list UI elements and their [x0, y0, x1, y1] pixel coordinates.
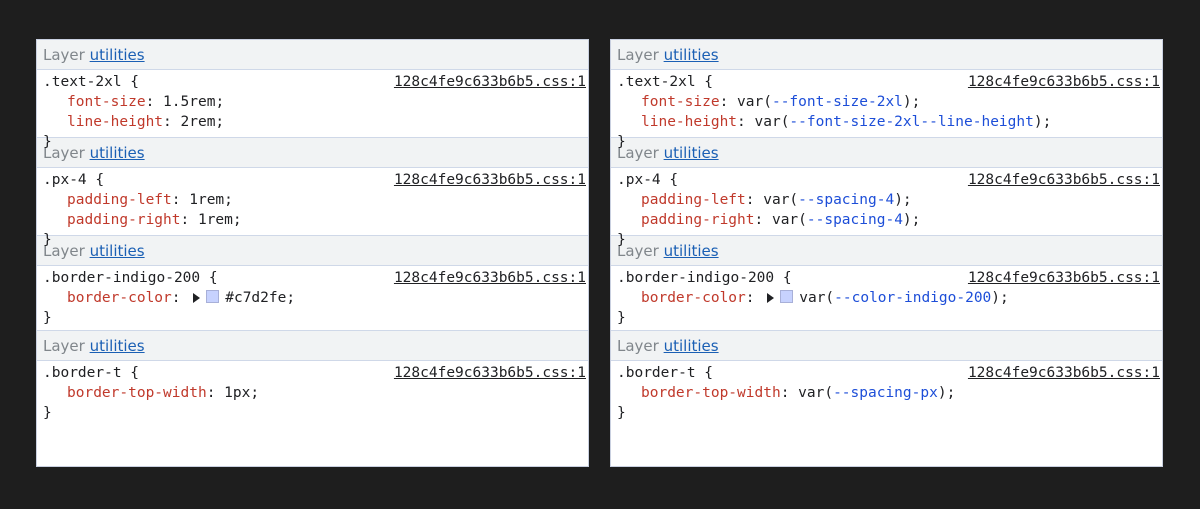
- property-name[interactable]: border-color: [67, 290, 172, 306]
- layer-header: Layer utilities: [37, 40, 588, 70]
- css-declaration[interactable]: padding-right: 1rem;: [43, 210, 582, 230]
- property-name[interactable]: border-top-width: [67, 385, 207, 401]
- css-rule: .border-indigo-200 {128c4fe9c633b6b5.css…: [611, 266, 1162, 331]
- property-name[interactable]: line-height: [67, 114, 163, 130]
- expand-triangle-icon[interactable]: [193, 293, 201, 303]
- property-name[interactable]: line-height: [641, 114, 737, 130]
- css-declaration[interactable]: border-top-width: 1px;: [43, 383, 582, 403]
- property-value[interactable]: 1.5rem: [163, 94, 215, 110]
- source-link[interactable]: 128c4fe9c633b6b5.css:1: [968, 170, 1160, 190]
- rule-close-brace: }: [43, 134, 52, 150]
- css-variable[interactable]: --color-indigo-200: [834, 290, 991, 306]
- layer-label: Layer: [43, 46, 85, 64]
- css-variable[interactable]: --font-size-2xl: [772, 94, 903, 110]
- css-rule: .text-2xl {128c4fe9c633b6b5.css:1 font-si…: [37, 70, 588, 150]
- source-link[interactable]: 128c4fe9c633b6b5.css:1: [394, 170, 586, 190]
- layer-label: Layer: [617, 337, 659, 355]
- property-name[interactable]: border-color: [641, 290, 746, 306]
- source-link[interactable]: 128c4fe9c633b6b5.css:1: [394, 268, 586, 288]
- css-variable[interactable]: --font-size-2xl--line-height: [789, 114, 1033, 130]
- source-link[interactable]: 128c4fe9c633b6b5.css:1: [968, 268, 1160, 288]
- css-declaration[interactable]: border-top-width: var(--spacing-px);: [617, 383, 1156, 403]
- layer-header: Layer utilities: [611, 40, 1162, 70]
- rule-close-brace: }: [617, 134, 626, 150]
- css-variable[interactable]: --spacing-4: [798, 192, 894, 208]
- property-value[interactable]: 1px: [224, 385, 250, 401]
- css-rule: .border-t {128c4fe9c633b6b5.css:1 border-…: [611, 361, 1162, 426]
- layer-header: Layer utilities: [611, 331, 1162, 361]
- property-name[interactable]: font-size: [641, 94, 720, 110]
- layer-utilities-link[interactable]: utilities: [90, 337, 145, 355]
- expand-triangle-icon[interactable]: [767, 293, 775, 303]
- css-declaration[interactable]: padding-left: var(--spacing-4);: [617, 190, 1156, 210]
- source-link[interactable]: 128c4fe9c633b6b5.css:1: [394, 72, 586, 92]
- layer-label: Layer: [43, 337, 85, 355]
- color-swatch[interactable]: [780, 290, 794, 303]
- color-swatch[interactable]: [206, 290, 220, 303]
- rule-close-brace: }: [43, 310, 52, 326]
- source-link[interactable]: 128c4fe9c633b6b5.css:1: [968, 363, 1160, 383]
- source-link[interactable]: 128c4fe9c633b6b5.css:1: [394, 363, 586, 383]
- layer-utilities-link[interactable]: utilities: [664, 337, 719, 355]
- css-declaration[interactable]: padding-right: var(--spacing-4);: [617, 210, 1156, 230]
- property-name[interactable]: border-top-width: [641, 385, 781, 401]
- rule-close-brace: }: [43, 232, 52, 248]
- css-declaration[interactable]: line-height: var(--font-size-2xl--line-h…: [617, 112, 1156, 132]
- rule-close-brace: }: [43, 405, 52, 421]
- css-variable[interactable]: --spacing-px: [833, 385, 938, 401]
- css-declaration[interactable]: padding-left: 1rem;: [43, 190, 582, 210]
- source-link[interactable]: 128c4fe9c633b6b5.css:1: [968, 72, 1160, 92]
- property-name[interactable]: padding-left: [641, 192, 746, 208]
- layer-utilities-link[interactable]: utilities: [90, 46, 145, 64]
- property-name[interactable]: padding-right: [641, 212, 755, 228]
- css-rule: .px-4 {128c4fe9c633b6b5.css:1 padding-lef…: [37, 168, 588, 248]
- css-rule: .text-2xl {128c4fe9c633b6b5.css:1 font-si…: [611, 70, 1162, 150]
- property-value[interactable]: 1rem: [198, 212, 233, 228]
- css-declaration[interactable]: border-color: #c7d2fe;: [43, 288, 582, 308]
- layer-utilities-link[interactable]: utilities: [664, 46, 719, 64]
- css-rule: .border-t {128c4fe9c633b6b5.css:1 border-…: [37, 361, 588, 426]
- rule-close-brace: }: [617, 232, 626, 248]
- css-rule: .border-indigo-200 {128c4fe9c633b6b5.css…: [37, 266, 588, 331]
- css-variable[interactable]: --spacing-4: [807, 212, 903, 228]
- property-value[interactable]: 2rem: [181, 114, 216, 130]
- rule-close-brace: }: [617, 405, 626, 421]
- property-value[interactable]: #c7d2fe: [225, 290, 286, 306]
- layer-header: Layer utilities: [37, 331, 588, 361]
- property-name[interactable]: font-size: [67, 94, 146, 110]
- property-name[interactable]: padding-right: [67, 212, 181, 228]
- styles-panel-right: Layer utilities .text-2xl {128c4fe9c633b6…: [610, 39, 1163, 467]
- property-name[interactable]: padding-left: [67, 192, 172, 208]
- css-declaration[interactable]: border-color: var(--color-indigo-200);: [617, 288, 1156, 308]
- property-value[interactable]: 1rem: [189, 192, 224, 208]
- css-declaration[interactable]: font-size: var(--font-size-2xl);: [617, 92, 1156, 112]
- layer-label: Layer: [617, 46, 659, 64]
- css-declaration[interactable]: line-height: 2rem;: [43, 112, 582, 132]
- rule-close-brace: }: [617, 310, 626, 326]
- css-rule: .px-4 {128c4fe9c633b6b5.css:1 padding-lef…: [611, 168, 1162, 248]
- css-declaration[interactable]: font-size: 1.5rem;: [43, 92, 582, 112]
- styles-panel-left: Layer utilities .text-2xl {128c4fe9c633b6…: [36, 39, 589, 467]
